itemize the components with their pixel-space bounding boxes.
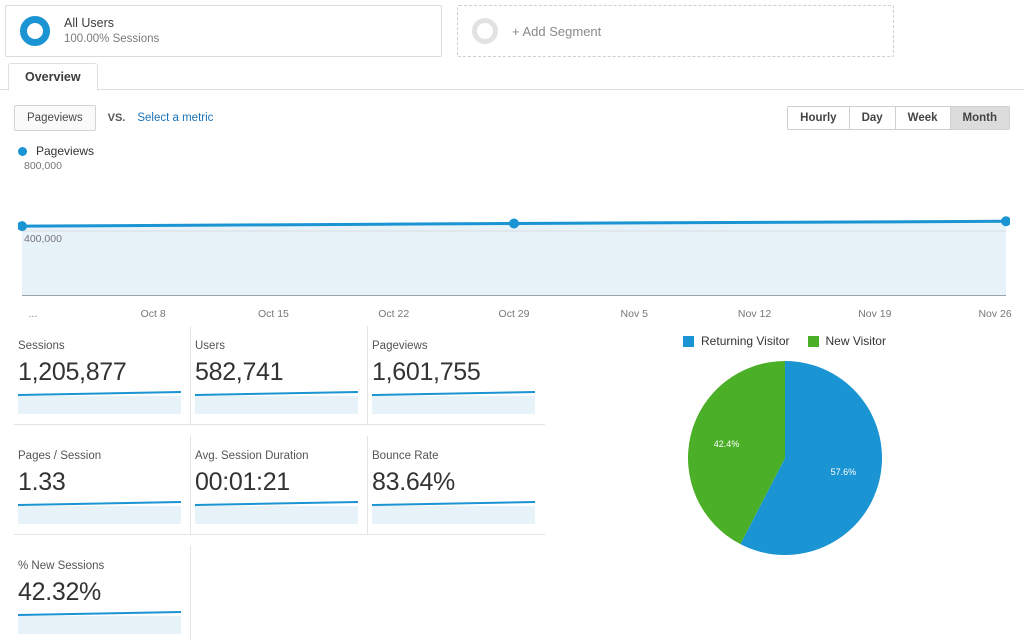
y-axis-label-top: 800,000 [24,160,62,172]
metric-value: 83.64% [372,468,455,496]
metric-label: % New Sessions [18,560,105,572]
legend-swatch-returning [683,335,695,347]
bottom-panel: Sessions 1,205,877 Users 582,741 Pagevie… [0,326,1024,640]
sparkline [195,390,358,414]
metric-label: Pages / Session [18,450,102,462]
metric-card-pages-per-session[interactable]: Pages / Session 1.33 [14,436,191,535]
sparkline [195,500,358,524]
x-axis-tick: Nov 19 [858,308,892,320]
sparkline-fill [195,396,358,414]
granularity-month[interactable]: Month [950,107,1009,129]
legend-label-returning: Returning Visitor [701,334,790,348]
chart-legend: Pageviews [0,134,1024,160]
legend-swatch-new [807,335,819,347]
metric-label: Sessions [18,340,65,352]
x-axis-tick: ... [28,308,38,320]
metric-card-users[interactable]: Users 582,741 [191,326,368,425]
legend-label-pageviews: Pageviews [36,144,95,158]
metric-card-sessions[interactable]: Sessions 1,205,877 [14,326,191,425]
segment-subtitle: 100.00% Sessions [64,32,160,45]
sparkline-fill [372,506,535,524]
metric-label: Bounce Rate [372,450,439,462]
granularity-toggle-group: Hourly Day Week Month [787,106,1010,130]
metric-value: 1.33 [18,468,66,496]
pie-slice-label: 42.4% [713,439,739,449]
metric-label: Pageviews [372,340,428,352]
granularity-week[interactable]: Week [895,107,951,129]
x-axis: ... Oct 8 Oct 15 Oct 22 Oct 29 Nov 5 Nov 12 Nov… [18,306,1012,326]
pie-slice-label: 57.6% [830,467,856,477]
metric-card-empty-1 [191,546,368,640]
segment-bar: All Users 100.00% Sessions + Add Segment [0,0,1024,62]
tab-bar: Overview [0,62,1024,91]
metric-card-avg-session-duration[interactable]: Avg. Session Duration 00:01:21 [191,436,368,535]
select-metric-link[interactable]: Select a metric [137,112,213,124]
sparkline [18,390,181,414]
x-axis-tick: Nov 5 [620,308,648,320]
sparkline-line [18,501,181,506]
sparkline [372,500,535,524]
chart-controls: Pageviews VS. Select a metric Hourly Day… [0,90,1024,134]
sparkline-fill [18,616,181,634]
metric-value: 00:01:21 [195,468,290,496]
pageviews-line-chart[interactable]: 800,000 400,000 [18,160,1010,306]
metric-card-grid: Sessions 1,205,877 Users 582,741 Pagevie… [0,326,545,640]
x-axis-tick: Nov 12 [737,308,772,320]
x-axis-tick: Oct 15 [257,308,289,320]
metric-value: 1,601,755 [372,358,481,386]
granularity-hourly[interactable]: Hourly [788,107,850,129]
add-segment-button[interactable]: + Add Segment [457,5,894,57]
sparkline-line [372,501,535,506]
add-segment-label: + Add Segment [512,23,602,39]
sparkline [372,390,535,414]
metric-card-pageviews[interactable]: Pageviews 1,601,755 [368,326,545,425]
segment-text: All Users 100.00% Sessions [64,15,159,47]
line-chart-svg [18,216,1010,296]
x-axis-tick: Oct 29 [498,308,530,320]
metric-card-bounce-rate[interactable]: Bounce Rate 83.64% [368,436,545,535]
sparkline-line [18,611,181,616]
sparkline-fill [372,396,535,414]
metric-select-primary[interactable]: Pageviews [14,105,96,131]
sparkline-fill [18,396,181,414]
sparkline-line [195,391,358,396]
metric-label: Avg. Session Duration [195,450,309,462]
sparkline-line [18,391,181,396]
donut-icon [20,16,50,46]
visitor-type-panel: Returning Visitor New Visitor 57.6% 42.4% [545,326,1024,640]
sparkline-fill [18,506,181,524]
sparkline [18,500,181,524]
metric-card-percent-new-sessions[interactable]: % New Sessions 42.32% [14,546,191,640]
sparkline-line [195,501,358,506]
sparkline-line [372,391,535,396]
pie-legend: Returning Visitor New Visitor [683,334,886,348]
legend-dot-pageviews [18,146,27,156]
legend-label-new: New Visitor [825,334,886,348]
x-axis-tick: Oct 8 [140,308,166,320]
segment-all-users[interactable]: All Users 100.00% Sessions [5,5,442,57]
metric-value: 582,741 [195,358,284,386]
sparkline [18,610,181,634]
metric-value: 1,205,877 [18,358,127,386]
vs-label: VS. [107,112,126,124]
metric-label: Users [195,340,226,352]
sparkline-fill [195,506,358,524]
pie-legend-item-returning[interactable]: Returning Visitor [683,334,790,348]
tab-overview[interactable]: Overview [8,63,98,91]
pie-legend-item-new[interactable]: New Visitor [807,334,886,348]
metric-value: 42.32% [18,578,101,606]
x-axis-tick: Nov 26 [978,308,1012,320]
x-axis-tick: Oct 22 [378,308,410,320]
donut-empty-icon [472,18,498,44]
granularity-day[interactable]: Day [849,107,896,129]
visitor-type-pie-chart[interactable]: 57.6% 42.4% [685,358,885,558]
metric-card-empty-2 [368,546,545,640]
segment-title: All Users [64,15,115,30]
y-axis-label-mid: 400,000 [24,233,62,245]
